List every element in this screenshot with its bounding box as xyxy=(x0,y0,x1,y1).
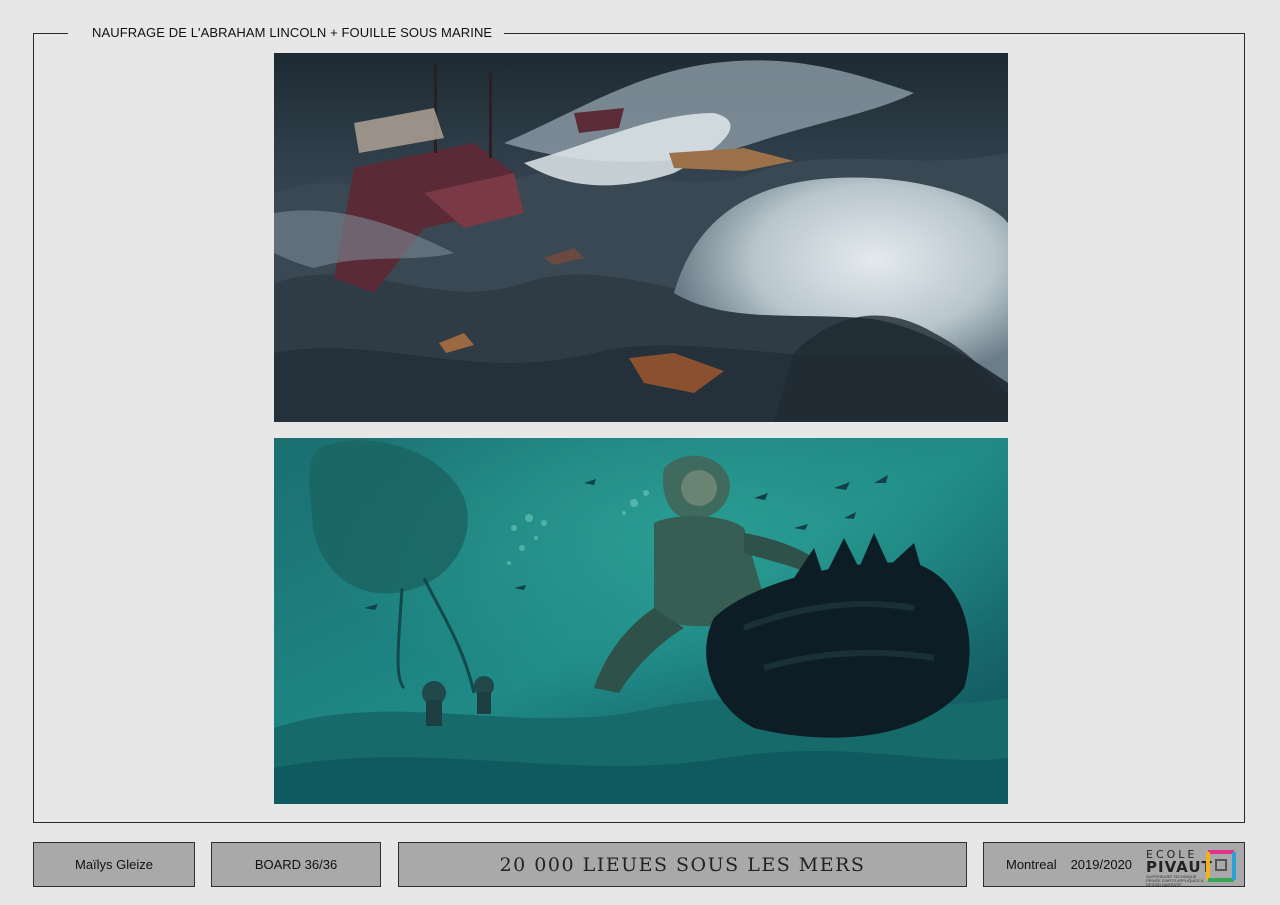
author-name: Maïlys Gleize xyxy=(74,857,154,872)
city: Montreal xyxy=(1006,857,1057,872)
project-title-label: 20 000 LIEUES SOUS LES MERS xyxy=(398,842,967,887)
year: 2019/2020 xyxy=(1070,857,1133,872)
author-label: Maïlys Gleize xyxy=(33,842,195,887)
storm-shipwreck-painting xyxy=(274,53,1008,422)
logo-tagline: SUPÉRIEURE TECHNIQUE PRIVÉE D'ARTS APPLI… xyxy=(1146,874,1204,887)
school-logo: ECOLE PIVAUT SUPÉRIEURE TECHNIQUE PRIVÉE… xyxy=(1146,847,1238,887)
logo-square-icon xyxy=(1206,850,1236,882)
underwater-diver-painting xyxy=(274,438,1008,804)
board-heading: NAUFRAGE DE L'ABRAHAM LINCOLN + FOUILLE … xyxy=(68,23,505,43)
board-number-label: BOARD 36/36 xyxy=(211,842,381,887)
board-number: BOARD 36/36 xyxy=(254,857,338,872)
place-year-label: Montreal 2019/2020 ECOLE PIVAUT SUPÉRIEU… xyxy=(983,842,1245,887)
project-title: 20 000 LIEUES SOUS LES MERS xyxy=(499,853,866,876)
